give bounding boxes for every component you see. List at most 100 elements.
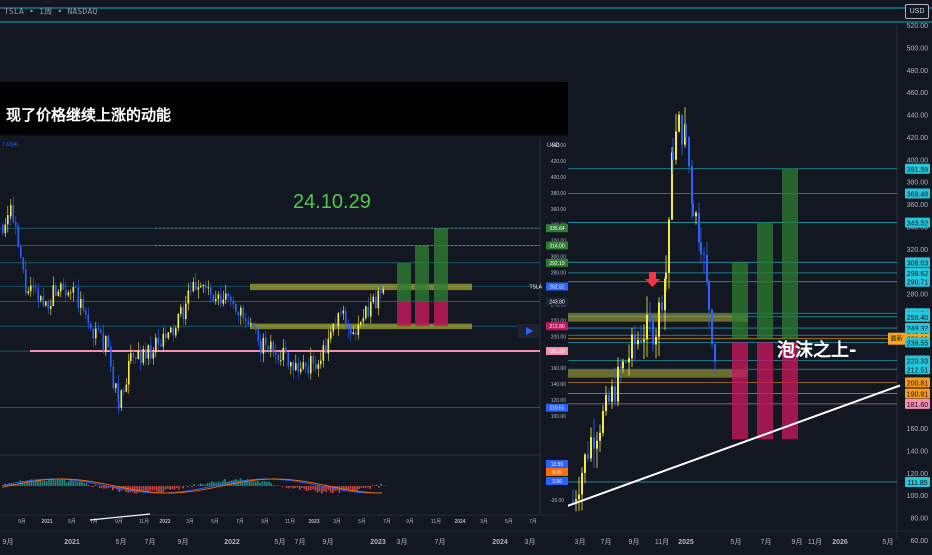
inset-y-tick-label: 200.00 bbox=[551, 334, 567, 340]
inset-candle-body bbox=[185, 303, 187, 319]
macd-bar bbox=[44, 481, 46, 486]
candle-body bbox=[584, 454, 586, 473]
inset-candle-body bbox=[363, 318, 365, 321]
macd-bar bbox=[306, 486, 308, 491]
inset-y-tick-label: 400.00 bbox=[551, 175, 567, 181]
y-tick-label: 520.00 bbox=[907, 23, 929, 30]
price-tag-label: 190.91 bbox=[907, 391, 929, 398]
inset-candle-body bbox=[48, 302, 50, 309]
bottom-x-tick-label: 9月 bbox=[323, 538, 334, 546]
macd-bar bbox=[202, 484, 204, 486]
inset-price-tag-label: 243.80 bbox=[549, 299, 565, 305]
inset-candle-body bbox=[295, 363, 297, 370]
inset-candle-body bbox=[318, 364, 320, 369]
macd-bar bbox=[46, 481, 48, 486]
macd-bar bbox=[158, 486, 160, 492]
inset-candle-body bbox=[7, 215, 9, 224]
inset-candle-body bbox=[138, 351, 140, 359]
bottom-x-tick-label: 7月 bbox=[435, 538, 446, 546]
inset-price-tag-label: 292.19 bbox=[549, 261, 565, 267]
bubble-annotation: 泡沫之上- bbox=[777, 336, 856, 362]
inset-candle-body bbox=[183, 307, 185, 319]
inset-candle-body bbox=[255, 327, 257, 329]
inset-candle-body bbox=[25, 269, 27, 293]
inset-candle-body bbox=[350, 329, 352, 334]
macd-bar bbox=[77, 482, 79, 486]
inset-candle-body bbox=[83, 299, 85, 310]
candle-body bbox=[614, 386, 616, 401]
macd-bar bbox=[66, 483, 68, 486]
macd-bar bbox=[257, 481, 259, 486]
inset-candle-body bbox=[205, 285, 207, 288]
price-tag-label: 200.81 bbox=[907, 380, 929, 387]
inset-candle-body bbox=[200, 286, 202, 287]
candle-body bbox=[640, 340, 642, 342]
inset-candle-body bbox=[238, 312, 240, 316]
candle-body bbox=[675, 132, 677, 160]
macd-bar bbox=[341, 486, 343, 490]
macd-bar bbox=[378, 486, 380, 488]
inset-candle-body bbox=[208, 288, 210, 289]
macd-bar bbox=[317, 486, 319, 493]
inset-x-tick-label: 11月 bbox=[139, 519, 149, 525]
inset-candle-body bbox=[365, 306, 367, 318]
price-tag-label: 290.71 bbox=[907, 280, 929, 287]
candle-body bbox=[581, 473, 583, 494]
inset-symbol-tag: TSLA bbox=[529, 285, 542, 291]
inset-y-tick-label: 280.00 bbox=[551, 271, 567, 277]
scroll-right-arrow-icon[interactable] bbox=[518, 324, 540, 338]
macd-tag-label: 9.99 bbox=[552, 470, 562, 476]
inset-candle-body bbox=[330, 331, 332, 338]
inset-candle-body bbox=[215, 299, 217, 301]
inset-candle-body bbox=[213, 294, 215, 300]
macd-bar bbox=[163, 486, 165, 492]
inset-candle-body bbox=[68, 293, 70, 296]
candle-body bbox=[631, 334, 633, 358]
candle-body bbox=[681, 115, 683, 145]
x-tick-label: 5月 bbox=[883, 538, 894, 546]
bottom-x-tick-label: 9月 bbox=[3, 538, 14, 546]
macd-bar bbox=[229, 481, 231, 486]
macd-bar bbox=[154, 486, 156, 490]
currency-button[interactable]: USD bbox=[905, 4, 929, 19]
y-tick-label: 320.00 bbox=[907, 247, 929, 254]
inset-x-tick-label: 2024 bbox=[454, 519, 465, 525]
inset-candle-body bbox=[158, 338, 160, 345]
macd-bar bbox=[64, 480, 66, 486]
macd-bar bbox=[101, 486, 103, 488]
inset-candle-body bbox=[143, 349, 145, 363]
macd-bar bbox=[259, 483, 261, 486]
price-tag-label: 259.40 bbox=[907, 315, 929, 322]
inset-candle-body bbox=[348, 325, 350, 329]
y-tick-label: 400.00 bbox=[907, 157, 929, 164]
resistance-zone bbox=[566, 314, 748, 322]
inset-candle-body bbox=[85, 310, 87, 314]
inset-candle-body bbox=[58, 291, 60, 295]
macd-bar bbox=[39, 480, 41, 486]
inset-candle-body bbox=[223, 300, 225, 304]
inset-y-tick-label: 420.00 bbox=[551, 159, 567, 165]
candle-body bbox=[625, 361, 627, 362]
inset-candle-body bbox=[175, 328, 177, 335]
macd-bar bbox=[209, 483, 211, 486]
inset-price-tag-label: 110.51 bbox=[550, 406, 565, 412]
macd-bar bbox=[350, 486, 352, 490]
inset-candle-body bbox=[78, 288, 80, 308]
macd-bar bbox=[167, 486, 169, 489]
inset-x-tick-label: 7月 bbox=[529, 519, 537, 525]
macd-bar bbox=[270, 483, 272, 486]
inset-candle-body bbox=[150, 345, 152, 358]
macd-bar bbox=[94, 485, 96, 486]
candle-body bbox=[587, 454, 589, 458]
inset-x-tick-label: 5月 bbox=[358, 519, 366, 525]
candle-body bbox=[706, 255, 708, 281]
candle-body bbox=[572, 501, 574, 502]
inset-candle-body bbox=[260, 341, 262, 353]
inset-candle-body bbox=[320, 361, 322, 365]
candle-body bbox=[593, 437, 595, 449]
inset-candle-body bbox=[173, 328, 175, 336]
inset-target-box-down bbox=[434, 301, 448, 326]
inset-candle-body bbox=[55, 285, 57, 296]
macd-bar bbox=[207, 483, 209, 486]
inset-y-tick-label: 360.00 bbox=[551, 207, 567, 213]
